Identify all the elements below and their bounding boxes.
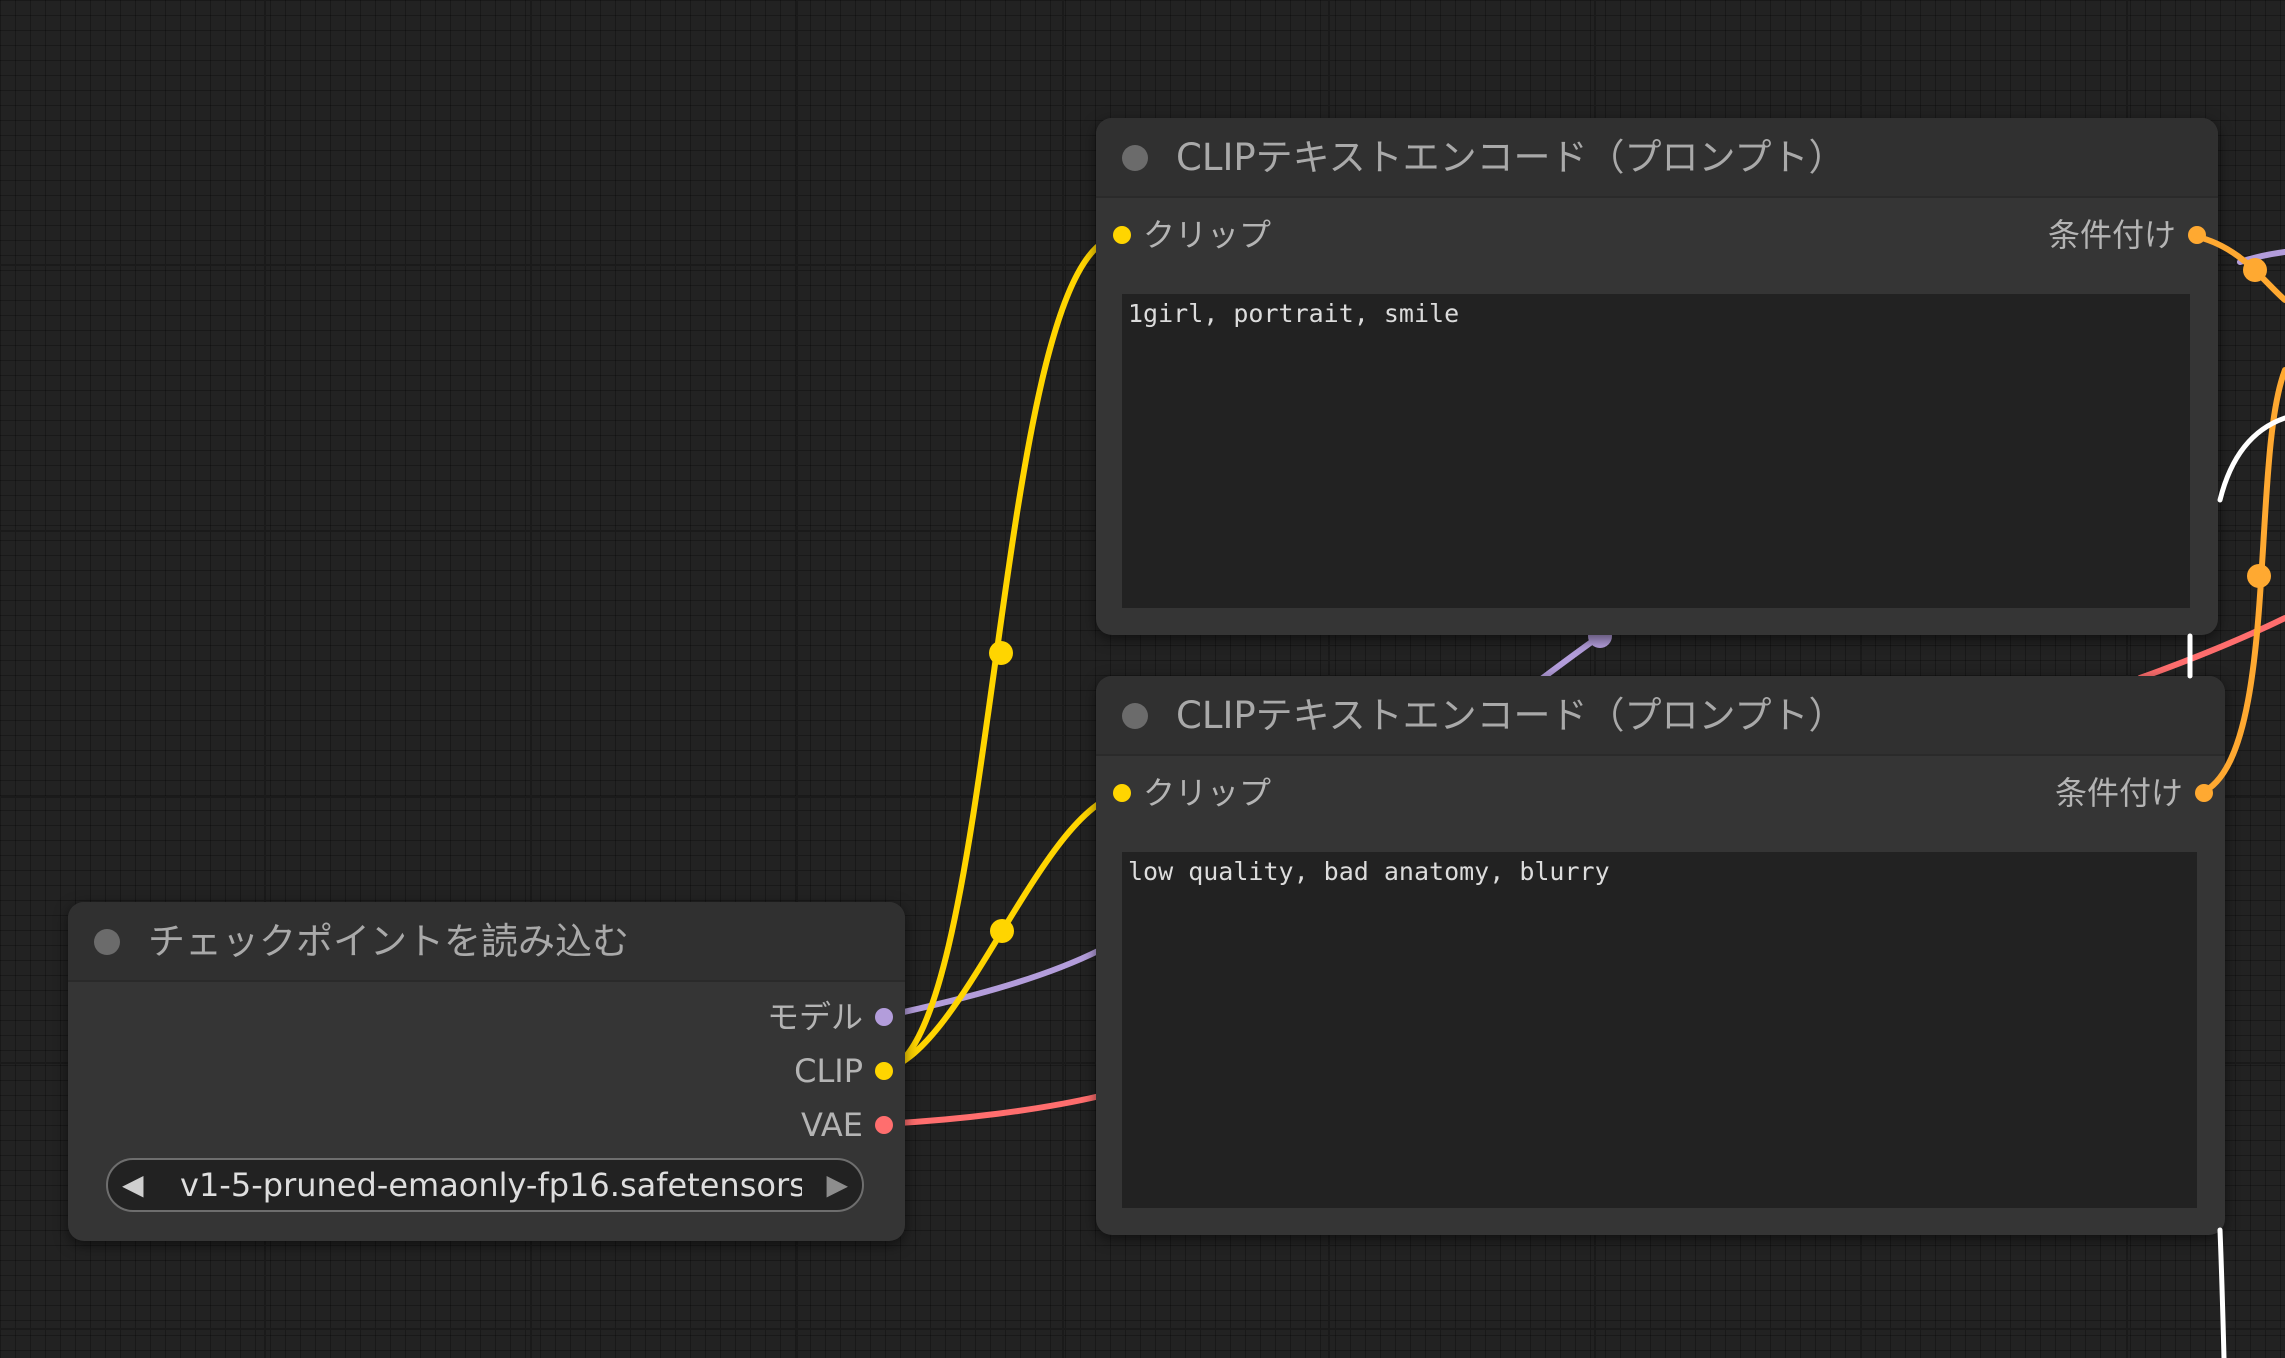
collapse-toggle-dot[interactable] (94, 929, 120, 955)
output-slot-model[interactable]: モデル (593, 997, 893, 1037)
node-header[interactable]: CLIPテキストエンコード（プロンプト） (1096, 118, 2218, 198)
output-slot-label: モデル (766, 998, 863, 1036)
prompt-text-input[interactable]: 1girl, portrait, smile (1122, 294, 2190, 608)
node-header[interactable]: CLIPテキストエンコード（プロンプト） (1096, 676, 2225, 756)
output-slot-vae[interactable]: VAE (593, 1105, 893, 1145)
input-slot-clip[interactable]: クリップ (1113, 215, 1413, 255)
output-slot-dot[interactable] (875, 1116, 893, 1134)
output-slot-label: VAE (801, 1106, 863, 1144)
node-graph-canvas[interactable]: チェックポイントを読み込む モデル CLIP VAE ◀ v1-5-pruned… (0, 0, 2285, 1358)
node-title: CLIPテキストエンコード（プロンプト） (1176, 136, 1846, 179)
input-slot-dot[interactable] (1113, 226, 1131, 244)
output-slot-dot[interactable] (875, 1008, 893, 1026)
ckpt-name-combo[interactable]: ◀ v1-5-pruned-emaonly-fp16.safetensors ▶ (106, 1158, 864, 1212)
output-slot-dot[interactable] (2195, 784, 2213, 802)
output-slot-label: CLIP (794, 1052, 863, 1090)
combo-prev-arrow[interactable]: ◀ (122, 1160, 144, 1210)
node-checkpoint-loader[interactable]: チェックポイントを読み込む モデル CLIP VAE ◀ v1-5-pruned… (68, 902, 905, 1241)
node-header[interactable]: チェックポイントを読み込む (68, 902, 905, 982)
prompt-text-input[interactable]: low quality, bad anatomy, blurry (1122, 852, 2197, 1208)
node-clip-text-encode-positive[interactable]: CLIPテキストエンコード（プロンプト） クリップ 条件付け 1girl, po… (1096, 118, 2218, 635)
node-title: CLIPテキストエンコード（プロンプト） (1176, 694, 1846, 737)
link-vae[interactable] (878, 1093, 1103, 1127)
output-slot-dot[interactable] (2188, 226, 2206, 244)
output-slot-dot[interactable] (875, 1062, 893, 1080)
node-clip-text-encode-negative[interactable]: CLIPテキストエンコード（プロンプト） クリップ 条件付け low quali… (1096, 676, 2225, 1235)
output-slot-label: 条件付け (2047, 216, 2176, 254)
input-slot-label: クリップ (1143, 216, 1272, 254)
link-clip-positive-dot[interactable] (989, 641, 1013, 665)
link-model[interactable] (878, 947, 1103, 1020)
link-clip-negative-dot[interactable] (990, 919, 1014, 943)
output-slot-conditioning[interactable]: 条件付け (1913, 773, 2213, 813)
collapse-toggle-dot[interactable] (1122, 145, 1148, 171)
input-slot-label: クリップ (1143, 774, 1272, 812)
input-slot-dot[interactable] (1113, 784, 1131, 802)
input-slot-clip[interactable]: クリップ (1113, 773, 1413, 813)
output-slot-clip[interactable]: CLIP (593, 1051, 893, 1091)
collapse-toggle-dot[interactable] (1122, 703, 1148, 729)
output-slot-label: 条件付け (2054, 774, 2183, 812)
output-slot-conditioning[interactable]: 条件付け (1906, 215, 2206, 255)
combo-next-arrow[interactable]: ▶ (826, 1160, 848, 1210)
node-title: チェックポイントを読み込む (148, 920, 629, 963)
ckpt-name-value: v1-5-pruned-emaonly-fp16.safetensors (180, 1166, 802, 1204)
